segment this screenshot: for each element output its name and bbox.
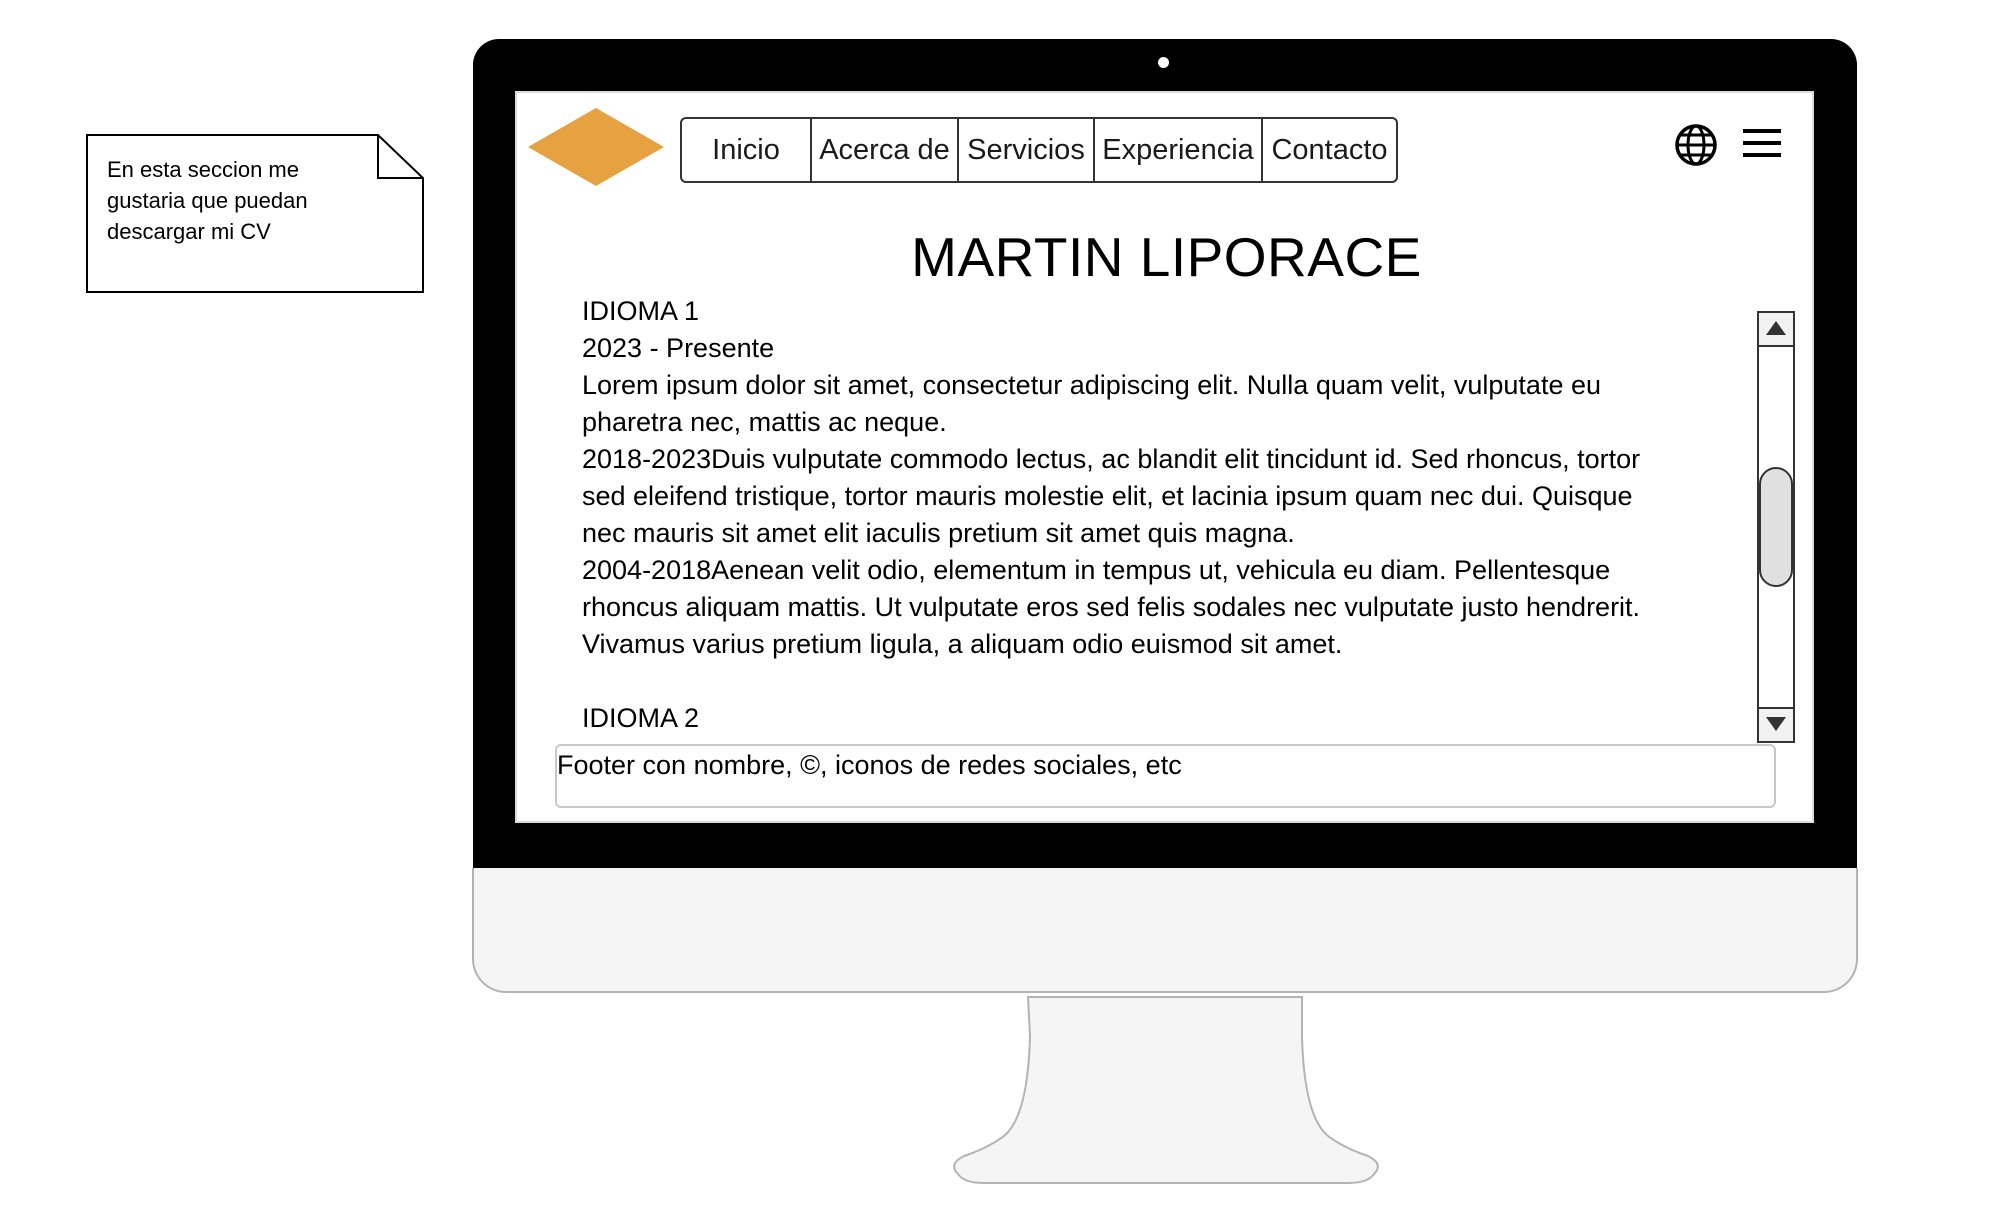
content-line: 2004-2018Aenean velit odio, elementum in… (582, 555, 1611, 585)
globe-icon[interactable] (1674, 123, 1718, 167)
page-title: MARTIN LIPORACE (911, 226, 1422, 288)
nav-item-servicios[interactable]: Servicios (959, 119, 1095, 181)
nav-item-inicio[interactable]: Inicio (682, 119, 812, 181)
footer: Footer con nombre, ©, iconos de redes so… (555, 744, 1776, 808)
content-line: rhoncus aliquam mattis. Ut vulputate ero… (582, 592, 1641, 622)
note-line: gustaria que puedan (107, 188, 308, 213)
scroll-up-button[interactable] (1759, 313, 1793, 347)
monitor-stand (953, 996, 1379, 1184)
camera-dot (1158, 57, 1169, 68)
note-line: En esta seccion me (107, 157, 299, 182)
date-range: 2023 - Presente (582, 333, 775, 363)
logo-shape (528, 108, 664, 186)
logo-diamond[interactable] (526, 107, 666, 187)
nav-item-experiencia[interactable]: Experiencia (1095, 119, 1263, 181)
vertical-scrollbar[interactable] (1757, 311, 1795, 743)
hamburger-menu-icon[interactable] (1743, 129, 1781, 157)
content-line: pharetra nec, mattis ac neque. (582, 407, 947, 437)
arrow-up-icon (1766, 321, 1786, 335)
sticky-note: En esta seccion me gustaria que puedan d… (86, 134, 425, 294)
note-line: descargar mi CV (107, 219, 271, 244)
section-heading: IDIOMA 1 (582, 296, 700, 326)
content-line: sed eleifend tristique, tortor mauris mo… (582, 481, 1633, 511)
screen: Inicio Acerca de Servicios Experiencia C… (515, 91, 1814, 823)
content-line: Vivamus varius pretium ligula, a aliquam… (582, 629, 1343, 659)
nav-item-contacto[interactable]: Contacto (1263, 119, 1396, 181)
content-line: nec mauris sit amet elit iaculis pretium… (582, 518, 1295, 548)
footer-text: Footer con nombre, ©, iconos de redes so… (557, 750, 1182, 780)
sticky-note-text: En esta seccion me gustaria que puedan d… (107, 154, 357, 247)
content-line: Lorem ipsum dolor sit amet, consectetur … (582, 370, 1601, 400)
section-heading: IDIOMA 2 (582, 703, 700, 733)
scroll-thumb[interactable] (1759, 467, 1793, 587)
main-nav: Inicio Acerca de Servicios Experiencia C… (680, 117, 1398, 183)
scroll-down-button[interactable] (1759, 707, 1793, 741)
content-line: 2018-2023Duis vulputate commodo lectus, … (582, 444, 1641, 474)
monitor-chin (472, 868, 1858, 993)
nav-item-acerca-de[interactable]: Acerca de (812, 119, 959, 181)
arrow-down-icon (1766, 717, 1786, 731)
